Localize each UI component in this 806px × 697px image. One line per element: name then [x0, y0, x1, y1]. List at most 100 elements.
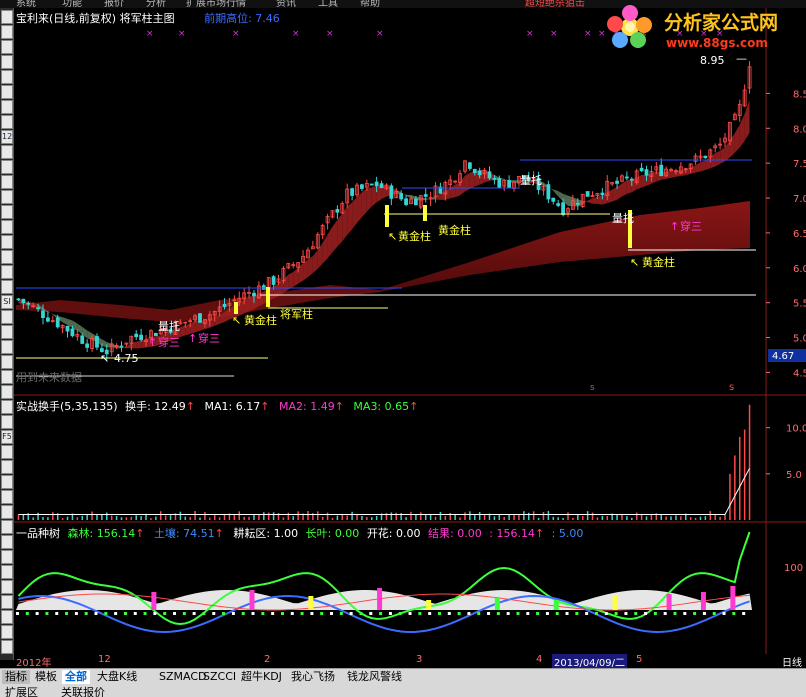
tab-template[interactable]: 模板	[32, 670, 60, 684]
ribbon-segment	[460, 175, 465, 196]
ribbon-segment	[729, 132, 735, 158]
svg-text:↖: ↖	[100, 352, 109, 365]
label-low-price: 4.75	[114, 352, 139, 365]
baseline-tick	[339, 612, 343, 615]
ribbon-segment	[273, 283, 279, 299]
indicator-plot	[16, 531, 752, 634]
indicator-signal-bar	[666, 594, 672, 610]
ribbon-segment	[298, 263, 304, 284]
baseline-tick	[722, 612, 726, 615]
price-tick-label: 8.0	[793, 124, 806, 135]
baseline-tick	[536, 612, 540, 615]
baseline-tick	[271, 612, 275, 615]
indicator-signal-bar	[700, 592, 706, 610]
baseline-tick	[644, 612, 648, 615]
candle-body	[477, 170, 482, 176]
candle-body	[487, 171, 492, 179]
ribbon-segment	[209, 316, 215, 328]
logo-url[interactable]: www.88gs.com	[666, 36, 768, 50]
label-golden-pillar: 黄金柱	[244, 313, 277, 327]
tab-related-quotes[interactable]: 关联报价	[58, 684, 108, 697]
baseline-tick	[45, 612, 49, 615]
label-cross-three: 穿三	[158, 335, 180, 349]
ribbon-segment	[553, 189, 559, 197]
tab-indicator[interactable]: 指标	[2, 670, 30, 684]
candle-body	[119, 345, 124, 348]
ribbon-segment	[258, 291, 264, 307]
tab-heart-fly[interactable]: 我心飞扬	[288, 670, 338, 684]
golden-pillar-bar	[385, 205, 389, 227]
indicator-area	[16, 590, 752, 610]
ma1-value: 6.17	[235, 400, 261, 413]
tab-extension[interactable]: 扩展区	[2, 684, 41, 697]
price-tick-label: 4.5	[793, 368, 806, 379]
ribbon-segment	[705, 156, 711, 171]
candle-body	[703, 155, 708, 159]
baseline-tick	[732, 612, 736, 615]
ribbon-segment	[715, 150, 721, 167]
candle-body	[252, 292, 256, 297]
indicator-tab-bar: 指标 模板 全部 大盘K线 SZMACD SZCCI 超牛KDJ 我心飞扬 钱龙…	[0, 668, 806, 684]
baseline-tick	[35, 612, 39, 615]
ribbon-segment	[666, 170, 672, 179]
ribbon-segment	[455, 182, 461, 198]
ribbon-segment	[435, 193, 441, 200]
senlin-line	[17, 531, 751, 626]
tab-all[interactable]: 全部	[62, 670, 90, 684]
candle-body	[561, 202, 565, 216]
baseline-tick	[594, 612, 598, 615]
ma2-value: 1.49	[310, 400, 335, 413]
tab-index-kline[interactable]: 大盘K线	[94, 670, 140, 684]
svg-text:s: s	[590, 383, 595, 393]
label-volume-support: 量托	[158, 319, 180, 333]
baseline-tick	[261, 612, 265, 615]
svg-text:↖: ↖	[388, 230, 397, 243]
candle-body	[639, 167, 644, 172]
indicator-signal-bar	[730, 586, 736, 610]
senlin-value: 156.14	[96, 527, 136, 540]
ribbon-segment	[406, 194, 411, 199]
baseline-tick	[467, 612, 471, 615]
ribbon-segment	[136, 340, 142, 349]
candle-body	[556, 203, 561, 206]
baseline-tick	[388, 612, 392, 615]
golden-pillar-bar	[423, 205, 427, 221]
indicator-axis-tick: 100	[784, 563, 803, 574]
ribbon-segment	[347, 202, 353, 236]
flower-logo-icon	[607, 5, 652, 48]
baseline-tick	[173, 612, 177, 615]
baseline-tick	[251, 612, 255, 615]
tab-super-kdj[interactable]: 超牛KDJ	[238, 670, 285, 684]
ribbon-segment	[739, 113, 745, 148]
baseline-tick	[526, 612, 530, 615]
baseline-tick	[614, 612, 618, 615]
ribbon-segment	[293, 267, 299, 287]
turnover-value: 12.49	[154, 400, 186, 413]
baseline-tick	[496, 612, 500, 615]
bottom-tab-bar: 扩展区 关联报价	[0, 684, 806, 697]
svg-text:↖: ↖	[232, 314, 241, 327]
baseline-tick	[104, 612, 108, 615]
candle-body	[467, 162, 472, 169]
ribbon-segment	[587, 198, 593, 204]
svg-text:s: s	[729, 382, 734, 393]
tab-szcci[interactable]: SZCCI	[200, 670, 239, 684]
baseline-tick	[25, 612, 29, 615]
baseline-tick	[212, 612, 216, 615]
baseline-tick	[192, 612, 196, 615]
chart-canvas: ××××××××××××××× ↖ 黄金柱 黄金柱 ↖ 黄金柱 将	[14, 8, 806, 654]
baseline-tick	[477, 612, 481, 615]
turang-value: 74.51	[183, 527, 215, 540]
candle-body	[41, 310, 45, 318]
period-mode[interactable]: 日线	[782, 654, 802, 669]
ribbon-segment	[47, 311, 53, 315]
candle-body	[575, 202, 580, 205]
tab-qianlong-warning[interactable]: 钱龙风警线	[344, 670, 405, 684]
ribbon-segment	[695, 162, 701, 173]
label-golden-pillar: 黄金柱	[438, 223, 471, 237]
ribbon-segment	[592, 196, 598, 204]
baseline-tick	[55, 612, 59, 615]
date-axis: 2012年 12 2 3 4 2013/04/09/二 5 日线	[14, 654, 806, 669]
candle-body	[134, 333, 139, 338]
previous-high-readout: 前期高位: 7.46	[204, 12, 280, 25]
